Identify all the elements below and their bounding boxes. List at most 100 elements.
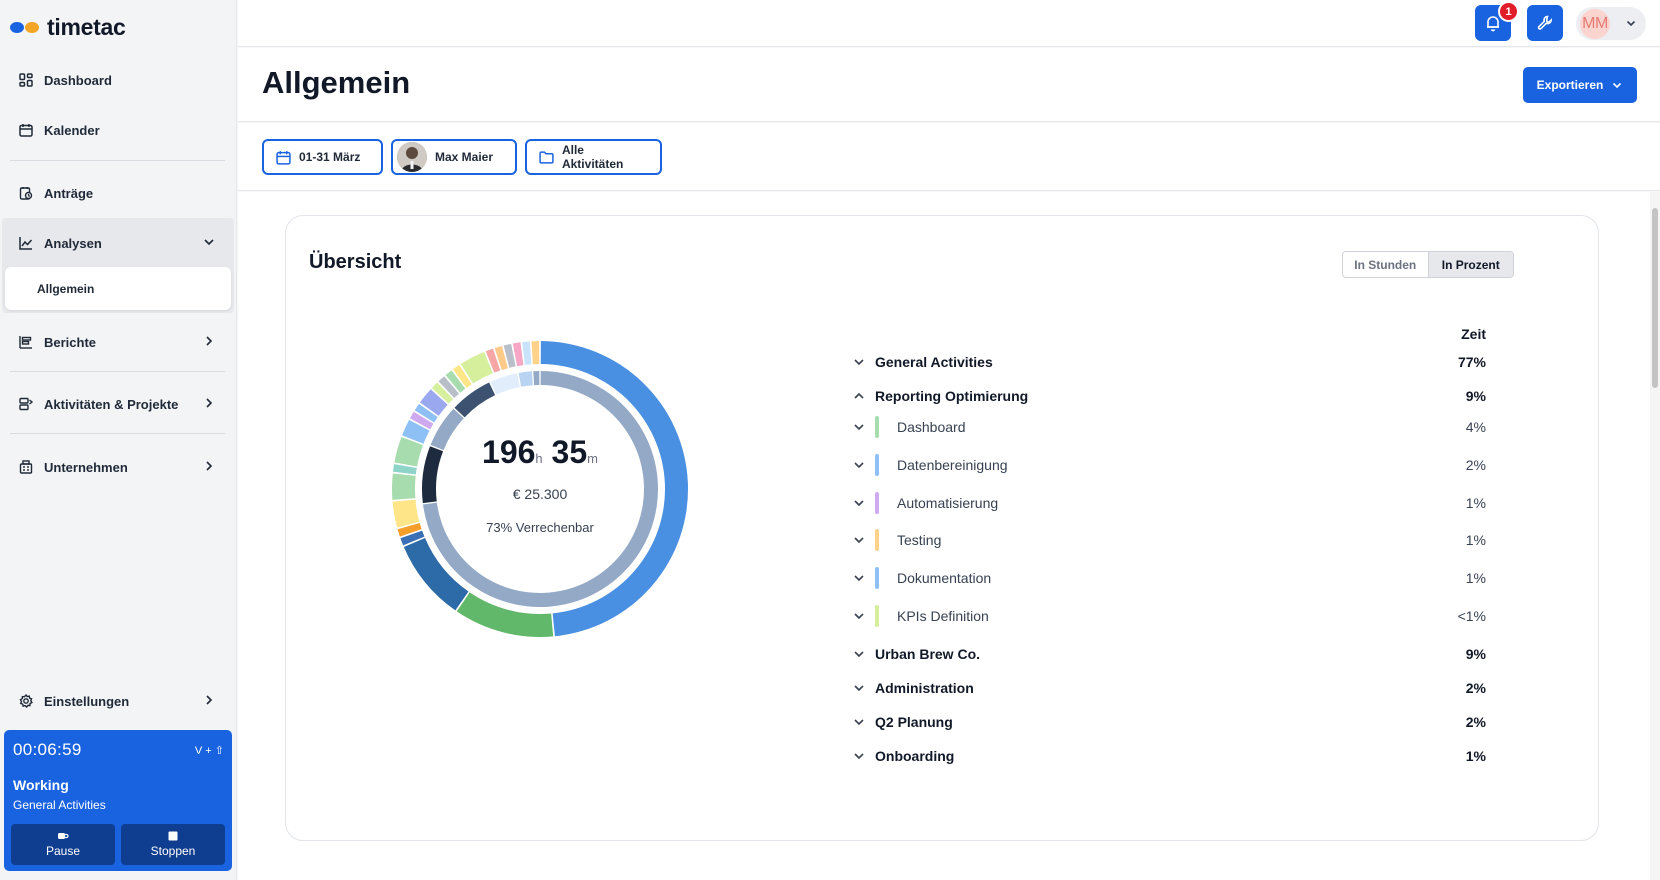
export-button[interactable]: Exportieren [1523, 67, 1637, 103]
activity-row[interactable]: Reporting Optimierung 9% [852, 384, 1486, 408]
user-menu[interactable]: MM [1576, 7, 1646, 40]
nav-antraege[interactable]: Anträge [8, 175, 230, 211]
row-value: 77% [1457, 354, 1486, 370]
logo-dot-blue [10, 22, 24, 33]
sub-activity-row[interactable]: Automatisierung 1% [852, 491, 1486, 515]
chevron-down-icon[interactable] [852, 458, 866, 472]
chevron-down-icon[interactable] [852, 533, 866, 547]
color-bar [875, 416, 879, 438]
chevron-down-icon[interactable] [852, 609, 866, 623]
pause-button[interactable]: Pause [11, 824, 115, 865]
nav-allgemein[interactable]: Allgemein [5, 267, 231, 310]
nav-dashboard[interactable]: Dashboard [8, 62, 230, 98]
date-range-label: 01-31 März [299, 150, 361, 164]
line-chart-icon [18, 235, 34, 251]
toggle-percent[interactable]: In Prozent [1427, 252, 1513, 277]
row-value: 2% [1465, 457, 1486, 473]
sub-activity-row[interactable]: Testing 1% [852, 528, 1486, 552]
row-value: 2% [1465, 680, 1486, 696]
total-minutes-value: 35 [551, 434, 588, 470]
main-content: Übersicht In Stunden In Prozent 196h 35m… [238, 192, 1650, 880]
chevron-up-icon[interactable] [852, 389, 866, 403]
activity-row[interactable]: Administration 2% [852, 676, 1486, 700]
folder-icon [539, 150, 554, 164]
stop-label: Stoppen [150, 844, 196, 858]
scrollbar[interactable] [1650, 192, 1660, 880]
minutes-unit: m [587, 451, 598, 466]
page-title: Allgemein [262, 65, 411, 100]
chevron-down-icon[interactable] [852, 749, 866, 763]
chevron-down-icon[interactable] [852, 496, 866, 510]
row-value: 1% [1465, 570, 1486, 586]
chevron-down-icon [1626, 20, 1636, 27]
calendar-icon [18, 122, 34, 138]
nav-aktivitaeten[interactable]: Aktivitäten & Projekte [8, 386, 230, 422]
brand-logo[interactable]: timetac [10, 14, 126, 41]
pause-label: Pause [45, 844, 81, 858]
nav-berichte-label: Berichte [44, 334, 97, 350]
coffee-icon [58, 833, 69, 839]
chevron-down-icon[interactable] [852, 355, 866, 369]
sub-activity-row[interactable]: KPIs Definition <1% [852, 604, 1486, 628]
chevron-down-icon[interactable] [852, 647, 866, 661]
row-value: 9% [1465, 388, 1486, 404]
top-bar [238, 0, 1660, 47]
calendar-icon [276, 150, 291, 165]
color-bar [875, 454, 879, 476]
activity-row[interactable]: Urban Brew Co. 9% [852, 642, 1486, 666]
date-range-filter[interactable]: 01-31 März [262, 139, 383, 175]
total-amount: € 25.300 [512, 486, 568, 502]
inner-ring-segment[interactable] [490, 373, 520, 395]
nav-allgemein-label: Allgemein [37, 281, 95, 296]
nav-unternehmen[interactable]: Unternehmen [8, 449, 230, 485]
person-avatar [397, 142, 427, 172]
row-label: Reporting Optimierung [875, 388, 1029, 404]
logo-dot-orange [25, 22, 39, 33]
chevron-down-icon [204, 239, 214, 246]
chevron-down-icon[interactable] [852, 571, 866, 585]
activity-row[interactable]: Q2 Planung 2% [852, 710, 1486, 734]
row-value: 4% [1465, 419, 1486, 435]
nav-analysen[interactable]: Analysen [8, 225, 230, 261]
filter-bar: 01-31 März Max Maier Alle Aktivitäten [238, 123, 1660, 191]
scrollbar-thumb[interactable] [1652, 208, 1658, 388]
gear-icon [18, 693, 34, 709]
nav-aktivitaeten-label: Aktivitäten & Projekte [44, 396, 179, 412]
grid-icon [18, 72, 34, 88]
donut-chart: 196h 35m € 25.300 73% Verrechenbar [390, 339, 690, 639]
row-value: 9% [1465, 646, 1486, 662]
outer-ring-segment[interactable] [531, 341, 540, 365]
sub-activity-row[interactable]: Datenbereinigung 2% [852, 453, 1486, 477]
chevron-down-icon[interactable] [852, 715, 866, 729]
nav-einstellungen[interactable]: Einstellungen [8, 683, 230, 719]
activity-row[interactable]: General Activities 77% [852, 350, 1486, 374]
activities-filter[interactable]: Alle Aktivitäten [525, 139, 662, 175]
row-label: KPIs Definition [897, 608, 989, 624]
logo-mark [10, 22, 39, 33]
nav-divider [10, 371, 225, 372]
person-filter[interactable]: Max Maier [391, 139, 517, 175]
nav-kalender[interactable]: Kalender [8, 112, 230, 148]
tools-button[interactable] [1527, 5, 1563, 41]
building-icon [18, 459, 34, 475]
color-bar [875, 529, 879, 551]
inner-ring-segment[interactable] [533, 371, 540, 386]
card-title: Übersicht [309, 251, 402, 273]
activity-row[interactable]: Onboarding 1% [852, 744, 1486, 768]
nav-einstellungen-label: Einstellungen [44, 693, 130, 709]
color-bar [875, 492, 879, 514]
chevron-down-icon[interactable] [852, 420, 866, 434]
sub-activity-row[interactable]: Dokumentation 1% [852, 566, 1486, 590]
unit-toggle: In Stunden In Prozent [1342, 251, 1514, 278]
stop-button[interactable]: Stoppen [121, 824, 225, 865]
chevron-right-icon [206, 695, 213, 705]
inner-ring-segment[interactable] [518, 371, 533, 387]
outer-ring-segment[interactable] [522, 341, 532, 365]
toggle-hours[interactable]: In Stunden [1343, 252, 1428, 277]
timer-elapsed: 00:06:59 [13, 740, 82, 759]
chevron-down-icon[interactable] [852, 681, 866, 695]
nav-berichte[interactable]: Berichte [8, 324, 230, 360]
sub-activity-row[interactable]: Dashboard 4% [852, 415, 1486, 439]
wrench-icon [1537, 15, 1552, 30]
row-value: 1% [1465, 495, 1486, 511]
